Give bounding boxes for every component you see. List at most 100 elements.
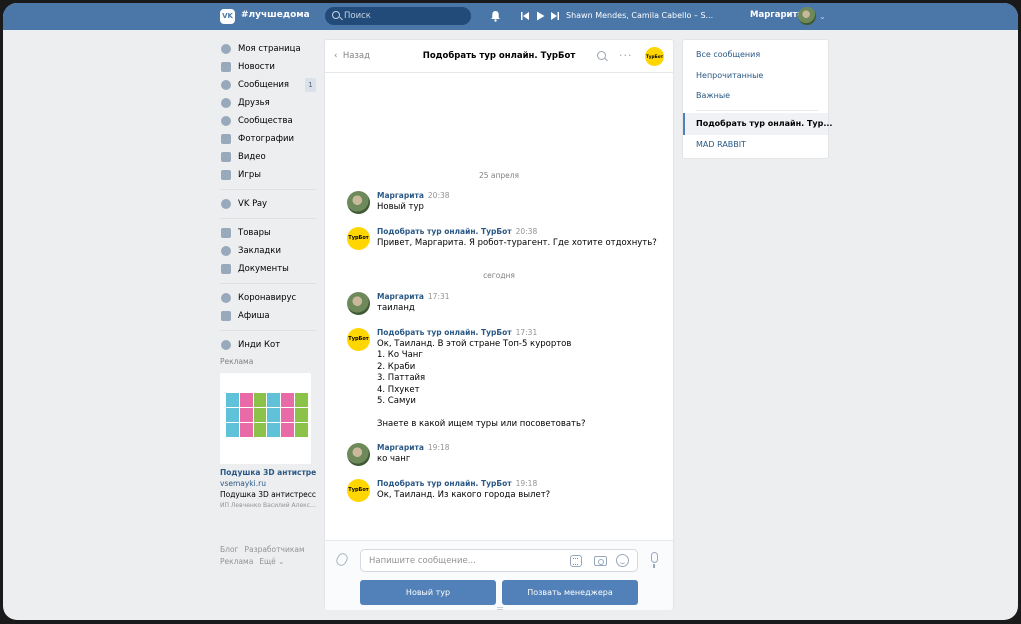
search-box[interactable]: [325, 7, 471, 25]
top-bar: VK #лучшедома Shawn Mendes, Camila Cabel…: [3, 3, 1018, 30]
previous-track-icon[interactable]: [520, 11, 530, 21]
message-time: 19:18: [427, 443, 450, 452]
ad-title[interactable]: Подушка 3D антистресс ...: [220, 468, 316, 477]
message-text: таиланд: [377, 303, 415, 313]
emoji-icon[interactable]: [616, 554, 629, 567]
sidebar-divider: [220, 283, 316, 284]
sidebar-item-goods[interactable]: Товары: [220, 224, 316, 242]
user-name[interactable]: Маргарита: [750, 10, 803, 20]
message-avatar[interactable]: [347, 191, 370, 214]
bot-keyboard-icon[interactable]: [570, 555, 582, 567]
search-icon: [332, 11, 340, 19]
call-manager-button[interactable]: Позвать менеджера: [502, 580, 638, 605]
message-time: 17:31: [515, 328, 538, 337]
resize-handle[interactable]: [497, 607, 503, 610]
message-composer: Новый тур Позвать менеджера: [325, 540, 673, 610]
message-author[interactable]: Маргарита: [377, 443, 424, 452]
shopping-bag-icon: [221, 228, 231, 238]
microphone-icon[interactable]: [651, 552, 658, 568]
sidebar-item-vk-pay[interactable]: VK Pay: [220, 195, 316, 213]
message-text: Новый тур: [377, 202, 424, 212]
chat-avatar[interactable]: ТурБот: [645, 47, 664, 66]
chat-header: ‹ Назад Подобрать тур онлайн. ТурБот ···…: [325, 40, 673, 73]
message-author[interactable]: Маргарита: [377, 292, 424, 301]
vk-logo-icon[interactable]: VK: [220, 9, 235, 24]
vk-pay-icon: [221, 199, 231, 209]
hashtag-link[interactable]: #лучшедома: [241, 10, 310, 20]
sidebar-item-afisha[interactable]: Афиша: [220, 307, 316, 325]
sidebar-item-bookmarks[interactable]: Закладки: [220, 242, 316, 260]
conversation-mad-rabbit[interactable]: MAD RABBIT: [683, 134, 828, 156]
friend-icon: [221, 98, 231, 108]
date-separator: 25 апреля: [478, 171, 520, 180]
sidebar-item-indi-kot[interactable]: Инди Кот: [220, 336, 316, 354]
message-time: 19:18: [515, 479, 538, 488]
message-text: Ок, Таиланд. Из какого города вылет?: [377, 490, 551, 500]
paperclip-icon[interactable]: [334, 551, 350, 568]
more-icon[interactable]: ···: [619, 49, 633, 62]
group-icon: [221, 116, 231, 126]
search-icon[interactable]: [597, 51, 606, 60]
message-input[interactable]: [369, 554, 559, 568]
left-sidebar: Моя страница Новости Сообщения 1 Друзья С…: [220, 40, 316, 509]
message-author[interactable]: Подобрать тур онлайн. ТурБот: [377, 227, 512, 236]
message-avatar[interactable]: [347, 292, 370, 315]
chevron-down-icon[interactable]: ⌄: [819, 12, 826, 21]
messages-filter-panel: Все сообщения Непрочитанные Важные Подоб…: [682, 39, 832, 159]
document-icon: [221, 264, 231, 274]
message-time: 20:38: [427, 191, 450, 200]
afisha-icon: [221, 311, 231, 321]
sidebar-item-video[interactable]: Видео: [220, 148, 316, 166]
now-playing-track[interactable]: Shawn Mendes, Camila Cabello – S...: [566, 11, 713, 20]
footer-ads-link[interactable]: Реклама: [220, 557, 253, 566]
next-track-icon[interactable]: [550, 11, 560, 21]
sidebar-item-documents[interactable]: Документы: [220, 260, 316, 278]
user-avatar[interactable]: [798, 7, 816, 25]
camera-icon[interactable]: [594, 556, 607, 566]
sidebar-item-coronavirus[interactable]: Коронавирус: [220, 289, 316, 307]
message-avatar[interactable]: ТурБот: [347, 479, 370, 502]
bell-icon[interactable]: [490, 10, 501, 22]
message-avatar[interactable]: ТурБот: [347, 227, 370, 250]
message-author[interactable]: Подобрать тур онлайн. ТурБот: [377, 479, 512, 488]
sidebar-item-communities[interactable]: Сообщества: [220, 112, 316, 130]
sidebar-item-news[interactable]: Новости: [220, 58, 316, 76]
virus-icon: [221, 293, 231, 303]
filter-important[interactable]: Важные: [683, 85, 828, 107]
chat-bubble-icon: [221, 80, 231, 90]
footer-blog-link[interactable]: Блог: [220, 545, 238, 554]
sidebar-item-messages[interactable]: Сообщения 1: [220, 76, 316, 94]
filter-unread[interactable]: Непрочитанные: [683, 65, 828, 87]
conversation-turbot[interactable]: Подобрать тур онлайн. Тур...: [683, 113, 832, 135]
sidebar-item-my-page[interactable]: Моя страница: [220, 40, 316, 58]
ad-domain[interactable]: vsemayki.ru: [220, 479, 316, 488]
message-history: 25 апреля Маргарита 20:38 Новый тур ТурБо…: [325, 74, 673, 539]
message-time: 20:38: [515, 227, 538, 236]
play-icon[interactable]: [535, 11, 545, 21]
panel-divider: [696, 110, 818, 111]
sidebar-divider: [220, 189, 316, 190]
ad-image[interactable]: [220, 373, 311, 464]
message-author[interactable]: Подобрать тур онлайн. ТурБот: [377, 328, 512, 337]
messages-count-badge: 1: [305, 78, 316, 92]
pillow-picture: [226, 393, 308, 437]
star-icon: [221, 246, 231, 256]
ad-heading: Реклама: [220, 357, 254, 366]
filter-all-messages[interactable]: Все сообщения: [683, 44, 828, 66]
sidebar-divider: [220, 218, 316, 219]
footer-links: Блог Разработчикам Реклама Ещё ⌄: [220, 544, 320, 568]
sidebar-item-photos[interactable]: Фотографии: [220, 130, 316, 148]
message-input-box[interactable]: [360, 549, 638, 572]
sidebar-item-games[interactable]: Игры: [220, 166, 316, 184]
message-avatar[interactable]: [347, 443, 370, 466]
sidebar-item-friends[interactable]: Друзья: [220, 94, 316, 112]
message-time: 17:31: [427, 292, 450, 301]
footer-more-link[interactable]: Ещё ⌄: [259, 557, 284, 566]
search-input[interactable]: [344, 9, 464, 23]
message-author[interactable]: Маргарита: [377, 191, 424, 200]
new-tour-button[interactable]: Новый тур: [360, 580, 496, 605]
message-avatar[interactable]: ТурБот: [347, 328, 370, 351]
footer-developers-link[interactable]: Разработчикам: [244, 545, 304, 554]
ad-text: Подушка 3D антистресс: [220, 490, 317, 499]
message-text: Ок, Таиланд. В этой стране Топ-5 курорто…: [377, 339, 586, 429]
